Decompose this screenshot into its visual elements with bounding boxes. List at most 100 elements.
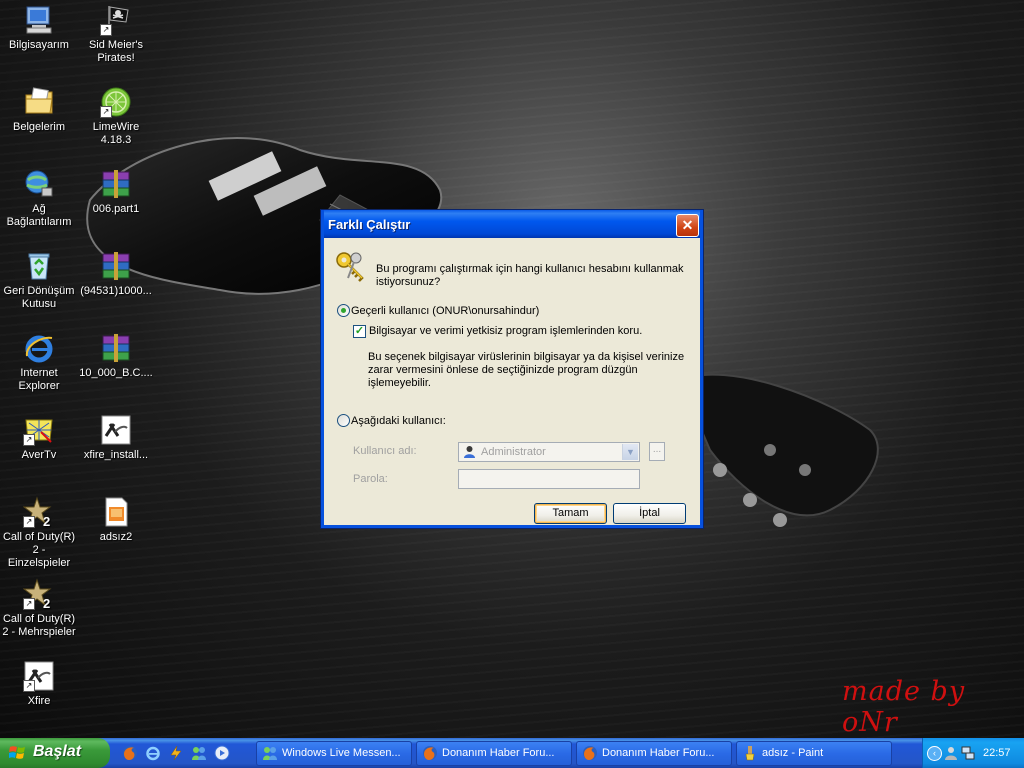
limewire-icon: ↗ bbox=[100, 86, 132, 118]
chevron-down-icon[interactable]: ▼ bbox=[622, 444, 638, 460]
shortcut-arrow-icon: ↗ bbox=[23, 680, 35, 692]
desktop-icon-006-part1[interactable]: 006.part1 bbox=[77, 168, 155, 216]
desktop-icon-limewire[interactable]: ↗ LimeWire 4.18.3 bbox=[77, 86, 155, 147]
task-donanim-haber-2[interactable]: Donanım Haber Foru... bbox=[576, 741, 732, 766]
desktop-icon-label: Xfire bbox=[27, 695, 51, 707]
desktop-icon-cod2-mehrspieler[interactable]: 2 ↗ Call of Duty(R) 2 - Mehrspieler bbox=[0, 578, 78, 639]
clock[interactable]: 22:57 bbox=[983, 747, 1011, 759]
other-user-label[interactable]: Aşağıdaki kullanıcı: bbox=[351, 415, 446, 427]
start-label: Başlat bbox=[33, 743, 82, 760]
other-user-radio[interactable] bbox=[337, 414, 350, 427]
desktop-icon-cod2-einzelspieler[interactable]: 2 ↗ Call of Duty(R) 2 - Einzelspieler bbox=[0, 496, 78, 570]
desktop-icon-label: Bilgisayarım bbox=[9, 39, 69, 51]
desktop-icon-label: AverTv bbox=[21, 449, 57, 461]
desktop-icon-ag-baglantilarim[interactable]: Ağ Bağlantılarım bbox=[0, 168, 78, 229]
username-combo[interactable]: Administrator ▼ bbox=[458, 442, 640, 462]
shortcut-arrow-icon: ↗ bbox=[100, 106, 112, 118]
password-field[interactable] bbox=[458, 469, 640, 489]
firefox-icon bbox=[423, 746, 437, 760]
dialog-titlebar[interactable]: Farklı Çalıştır ✕ bbox=[321, 210, 703, 238]
task-paint[interactable]: adsız - Paint bbox=[736, 741, 892, 766]
start-button[interactable]: Başlat bbox=[0, 738, 110, 768]
dialog-question-text: Bu programı çalıştırmak için hangi kulla… bbox=[376, 263, 684, 288]
desktop-icon-belgelerim[interactable]: Belgelerim bbox=[0, 86, 78, 134]
shortcut-arrow-icon: ↗ bbox=[23, 434, 35, 446]
shortcut-arrow-icon: ↗ bbox=[100, 24, 112, 36]
desktop-icon-label: xfire_install... bbox=[83, 449, 149, 461]
svg-text:2: 2 bbox=[43, 514, 50, 528]
desktop-icon-avertv[interactable]: ↗ AverTv bbox=[0, 414, 78, 462]
user-tray-icon[interactable] bbox=[944, 746, 958, 760]
network-icon bbox=[23, 168, 55, 200]
close-icon: ✕ bbox=[681, 217, 694, 233]
keys-icon bbox=[336, 252, 364, 282]
current-user-label[interactable]: Geçerli kullanıcı (ONUR\onursahindur) bbox=[351, 305, 539, 317]
system-tray: ‹ 22:57 bbox=[922, 738, 1024, 768]
winrar-archive-icon bbox=[100, 168, 132, 200]
close-button[interactable]: ✕ bbox=[676, 214, 699, 237]
desktop-icon-xfire-install[interactable]: xfire_install... bbox=[77, 414, 155, 462]
media-player-icon[interactable] bbox=[214, 745, 230, 761]
desktop-icon-label: LimeWire 4.18.3 bbox=[92, 121, 140, 146]
dialog-title: Farklı Çalıştır bbox=[328, 217, 411, 232]
paint-image-icon bbox=[100, 496, 132, 528]
shortcut-arrow-icon: ↗ bbox=[23, 598, 35, 610]
network-tray-icon[interactable] bbox=[961, 746, 975, 760]
desktop-icon-label: (94531)1000... bbox=[80, 285, 152, 297]
desktop-icon-94531-1000[interactable]: (94531)1000... bbox=[77, 250, 155, 298]
recycle-bin-icon bbox=[23, 250, 55, 282]
paint-icon bbox=[745, 746, 755, 761]
task-label: Windows Live Messen... bbox=[282, 747, 401, 759]
dialog-body: Bu programı çalıştırmak için hangi kulla… bbox=[324, 238, 700, 525]
pirate-flag-icon: ↗ bbox=[100, 4, 132, 36]
my-computer-icon bbox=[23, 4, 55, 36]
protect-description: Bu seçenek bilgisayar virüslerinin bilgi… bbox=[368, 351, 685, 389]
desktop-icon-label: Geri Dönüşüm Kutusu bbox=[3, 285, 75, 310]
xfire-icon: ↗ bbox=[23, 660, 55, 692]
username-label: Kullanıcı adı: bbox=[353, 445, 417, 457]
username-value: Administrator bbox=[481, 446, 546, 458]
firefox-icon[interactable] bbox=[122, 745, 138, 761]
desktop-icon-label: Internet Explorer bbox=[18, 367, 60, 392]
desktop-icon-label: Call of Duty(R) 2 - Mehrspieler bbox=[2, 613, 76, 638]
desktop-icon-bilgisayarim[interactable]: Bilgisayarım bbox=[0, 4, 78, 52]
desktop-icon-label: Call of Duty(R) 2 - Einzelspieler bbox=[2, 531, 76, 569]
task-label: Donanım Haber Foru... bbox=[442, 747, 555, 759]
task-windows-live-messenger[interactable]: Windows Live Messen... bbox=[256, 741, 412, 766]
run-as-dialog: Farklı Çalıştır ✕ Bu programı çalıştırma… bbox=[320, 209, 704, 529]
ok-button[interactable]: Tamam bbox=[534, 503, 607, 524]
firefox-icon bbox=[583, 746, 597, 760]
desktop-icon-10000-bc[interactable]: 10_000_B.C.... bbox=[77, 332, 155, 380]
chevron-left-icon[interactable]: ‹ bbox=[927, 746, 942, 761]
winamp-icon[interactable] bbox=[168, 745, 184, 761]
msn-messenger-icon[interactable] bbox=[191, 745, 207, 761]
password-label: Parola: bbox=[353, 473, 388, 485]
windows-logo-icon bbox=[9, 746, 25, 759]
cancel-button[interactable]: İptal bbox=[613, 503, 686, 524]
desktop-icon-xfire[interactable]: ↗ Xfire bbox=[0, 660, 78, 708]
task-label: Donanım Haber Foru... bbox=[602, 747, 715, 759]
watermark-text: made by oNr bbox=[842, 676, 966, 738]
browse-users-button[interactable]: ... bbox=[649, 442, 665, 461]
protect-checkbox[interactable]: ✓ bbox=[353, 325, 366, 338]
user-icon bbox=[464, 446, 475, 458]
taskbar: Başlat Windows Live Messen... Donanım Ha… bbox=[0, 738, 1024, 768]
desktop-icon-label: adsız2 bbox=[99, 531, 133, 543]
current-user-radio[interactable] bbox=[337, 304, 350, 317]
desktop-icon-label: Sid Meier's Pirates! bbox=[88, 39, 144, 64]
desktop-icon-geri-donusum-kutusu[interactable]: Geri Dönüşüm Kutusu bbox=[0, 250, 78, 311]
desktop-icon-pirates[interactable]: ↗ Sid Meier's Pirates! bbox=[77, 4, 155, 65]
call-of-duty-icon: 2 ↗ bbox=[23, 496, 55, 528]
avertv-icon: ↗ bbox=[23, 414, 55, 446]
desktop-icon-label: Ağ Bağlantılarım bbox=[6, 203, 72, 228]
desktop-icon-label: 006.part1 bbox=[92, 203, 140, 215]
call-of-duty-icon: 2 ↗ bbox=[23, 578, 55, 610]
xfire-icon bbox=[100, 414, 132, 446]
desktop-icon-adsiz2[interactable]: adsız2 bbox=[77, 496, 155, 544]
task-donanim-haber-1[interactable]: Donanım Haber Foru... bbox=[416, 741, 572, 766]
desktop-icon-label: 10_000_B.C.... bbox=[79, 367, 153, 379]
internet-explorer-icon[interactable] bbox=[145, 745, 161, 761]
desktop-icon-internet-explorer[interactable]: Internet Explorer bbox=[0, 332, 78, 393]
svg-text:2: 2 bbox=[43, 596, 50, 610]
protect-label[interactable]: Bilgisayar ve verimi yetkisiz program iş… bbox=[369, 325, 642, 337]
